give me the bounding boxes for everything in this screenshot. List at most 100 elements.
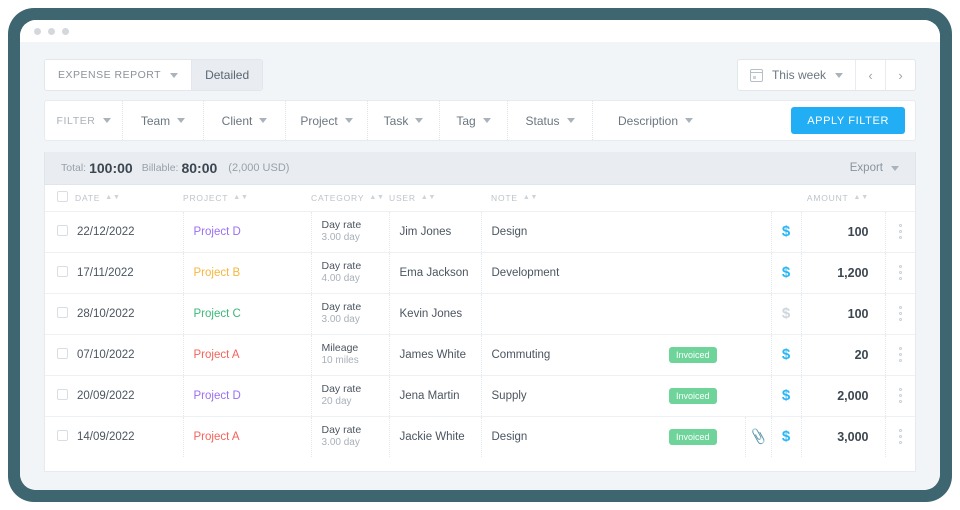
header-actions: [885, 185, 915, 212]
dollar-icon[interactable]: $: [772, 305, 801, 322]
row-select-cell: [45, 375, 75, 417]
row-checkbox[interactable]: [57, 388, 68, 400]
row-menu-icon[interactable]: [886, 224, 916, 239]
header-user[interactable]: USER ▲▼: [389, 185, 481, 212]
expense-report-dropdown[interactable]: EXPENSE REPORT: [45, 60, 192, 90]
cell-amount: 100: [800, 293, 885, 335]
row-select-cell: [45, 293, 75, 335]
row-checkbox[interactable]: [57, 429, 68, 441]
row-menu-icon[interactable]: [886, 429, 916, 445]
cell-project[interactable]: Project A: [182, 334, 311, 376]
cell-note: Supply: [480, 375, 669, 417]
cell-note: Commuting: [480, 334, 669, 376]
window-dot-maximize[interactable]: [62, 27, 69, 35]
cell-billable-toggle[interactable]: $: [770, 416, 801, 457]
cell-row-actions[interactable]: [884, 293, 916, 335]
cell-billable-toggle[interactable]: $: [770, 293, 801, 335]
cell-project[interactable]: Project D: [182, 375, 311, 417]
cell-billable-toggle[interactable]: $: [770, 334, 801, 376]
cell-amount: 3,000: [800, 416, 885, 457]
dollar-icon[interactable]: $: [772, 428, 801, 445]
cell-billable-toggle[interactable]: $: [770, 252, 801, 294]
filter-team[interactable]: Team: [123, 101, 204, 140]
chevron-down-icon: [685, 118, 694, 123]
date-range-dropdown[interactable]: This week: [738, 60, 855, 90]
next-period-button[interactable]: ›: [885, 60, 915, 90]
chevron-down-icon: [170, 72, 179, 78]
cell-row-actions[interactable]: [884, 334, 916, 376]
cell-category: Day rate 20 day: [310, 375, 389, 417]
header-date[interactable]: DATE ▲▼: [75, 185, 183, 212]
filter-project[interactable]: Project: [286, 101, 368, 140]
cell-billable-toggle[interactable]: $: [770, 211, 801, 253]
header-attachment: [745, 185, 771, 212]
row-menu-icon[interactable]: [886, 388, 916, 403]
prev-period-button[interactable]: ‹: [855, 60, 885, 90]
row-menu-icon[interactable]: [886, 306, 916, 321]
dollar-icon[interactable]: $: [772, 223, 801, 240]
header-amount[interactable]: AMOUNT ▲▼: [801, 185, 885, 212]
filter-task[interactable]: Task: [368, 101, 440, 140]
cell-project[interactable]: Project B: [182, 252, 311, 294]
dollar-icon[interactable]: $: [772, 387, 801, 404]
row-checkbox[interactable]: [57, 265, 68, 277]
filter-description[interactable]: Description: [593, 101, 718, 140]
row-menu-icon[interactable]: [886, 347, 916, 362]
cell-row-actions[interactable]: [884, 416, 916, 457]
table-row[interactable]: 17/11/2022 Project B Day rate 4.00 day Ema J…: [45, 252, 916, 294]
cell-date: 07/10/2022: [75, 334, 183, 376]
row-menu-icon[interactable]: [886, 265, 916, 280]
row-checkbox[interactable]: [57, 347, 68, 359]
cell-row-actions[interactable]: [884, 252, 916, 294]
filter-tag[interactable]: Tag: [440, 101, 508, 140]
chevron-down-icon: [177, 118, 186, 123]
expense-table: DATE ▲▼ PROJECT ▲▼ CATEGORY ▲▼ USER ▲▼ N…: [45, 185, 915, 457]
table-row[interactable]: 20/09/2022 Project D Day rate 20 day Jena Ma…: [45, 375, 916, 417]
cell-project[interactable]: Project A: [182, 416, 311, 457]
cell-row-actions[interactable]: [884, 211, 916, 253]
cell-note: Design: [480, 416, 669, 457]
cell-row-actions[interactable]: [884, 375, 916, 417]
header-note[interactable]: NOTE ▲▼: [481, 185, 669, 212]
filter-label[interactable]: FILTER: [45, 101, 123, 140]
tab-detailed[interactable]: Detailed: [191, 60, 263, 90]
dollar-icon[interactable]: $: [772, 346, 801, 363]
cell-attachment: [745, 252, 771, 294]
cell-category: Day rate 3.00 day: [310, 416, 389, 457]
row-checkbox[interactable]: [57, 224, 68, 236]
cell-user: Kevin Jones: [388, 293, 481, 335]
window-titlebar: [20, 20, 940, 42]
cell-category: Day rate 4.00 day: [310, 252, 389, 294]
cell-note: [480, 293, 669, 335]
window-dot-minimize[interactable]: [48, 27, 55, 35]
cell-billable-toggle[interactable]: $: [770, 375, 801, 417]
header-project[interactable]: PROJECT ▲▼: [183, 185, 311, 212]
header-select-all: [45, 185, 75, 212]
cell-project[interactable]: Project C: [182, 293, 311, 335]
cell-user: Jim Jones: [388, 211, 481, 253]
filter-status[interactable]: Status: [508, 101, 593, 140]
filter-client[interactable]: Client: [204, 101, 286, 140]
calendar-icon: [749, 68, 763, 82]
dollar-icon[interactable]: $: [772, 264, 801, 281]
row-checkbox[interactable]: [57, 306, 68, 318]
table-row[interactable]: 22/12/2022 Project D Day rate 3.00 day Jim J…: [45, 211, 916, 253]
window-dot-close[interactable]: [34, 27, 41, 35]
header-category[interactable]: CATEGORY ▲▼: [311, 185, 389, 212]
cell-user: Jena Martin: [388, 375, 481, 417]
cell-attachment: [745, 334, 771, 376]
table-row[interactable]: 14/09/2022 Project A Day rate 3.00 day Jacki…: [45, 416, 915, 457]
select-all-checkbox[interactable]: [57, 191, 68, 203]
table-row[interactable]: 28/10/2022 Project C Day rate 3.00 day Kevin…: [45, 293, 916, 335]
export-dropdown[interactable]: Export: [850, 162, 899, 174]
cell-project[interactable]: Project D: [182, 211, 311, 253]
billable-label: Billable:: [141, 162, 179, 174]
paperclip-icon[interactable]: 📎: [744, 426, 772, 447]
cell-attachment[interactable]: 📎: [744, 416, 772, 457]
cell-attachment: [745, 211, 771, 253]
top-toolbar: EXPENSE REPORT Detailed This week ‹ ›: [44, 52, 916, 98]
report-type-switcher: EXPENSE REPORT Detailed: [44, 59, 264, 91]
apply-filter-button[interactable]: APPLY FILTER: [791, 107, 905, 134]
browser-window: EXPENSE REPORT Detailed This week ‹ › FI…: [20, 20, 940, 490]
table-row[interactable]: 07/10/2022 Project A Mileage 10 miles James …: [45, 334, 916, 376]
